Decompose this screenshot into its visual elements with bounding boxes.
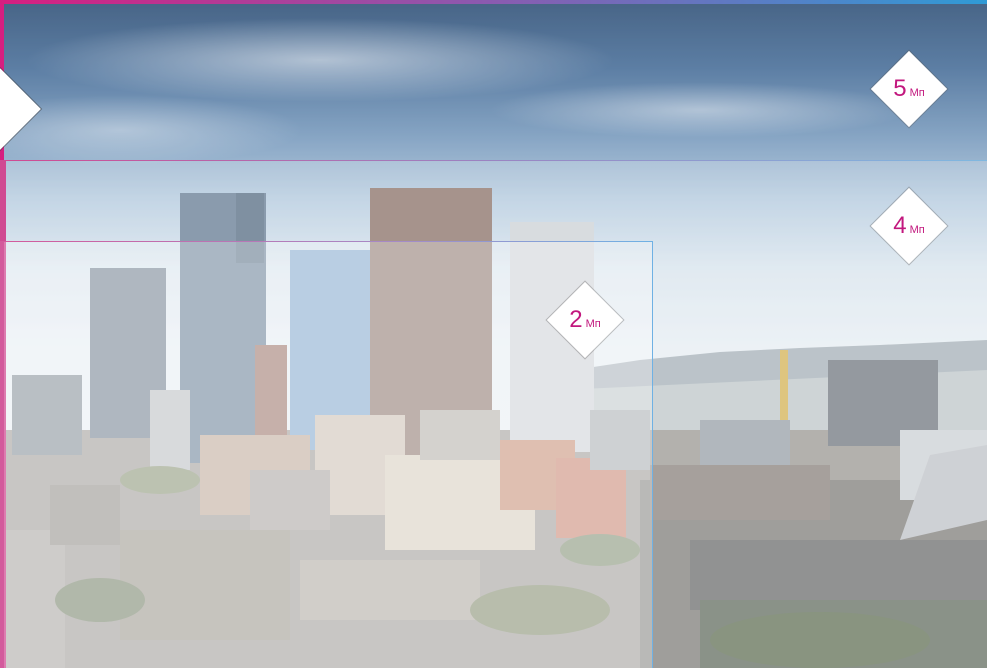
- badge-4mp-unit: Мп: [909, 223, 925, 236]
- badge-5mp-unit: Мп: [909, 86, 925, 99]
- badge-2mp-number: 2: [569, 306, 583, 333]
- resolution-comparison-stage: 5 Мп 4 Мп 2 Мп: [0, 0, 987, 668]
- previous-arrow-icon[interactable]: [0, 64, 42, 154]
- badge-2mp-unit: Мп: [585, 317, 601, 330]
- badge-4mp-number: 4: [893, 212, 907, 239]
- badge-5mp: 5 Мп: [870, 50, 948, 128]
- badge-4mp: 4 Мп: [870, 187, 948, 265]
- badge-2mp: 2 Мп: [546, 281, 624, 359]
- badge-5mp-number: 5: [893, 75, 907, 102]
